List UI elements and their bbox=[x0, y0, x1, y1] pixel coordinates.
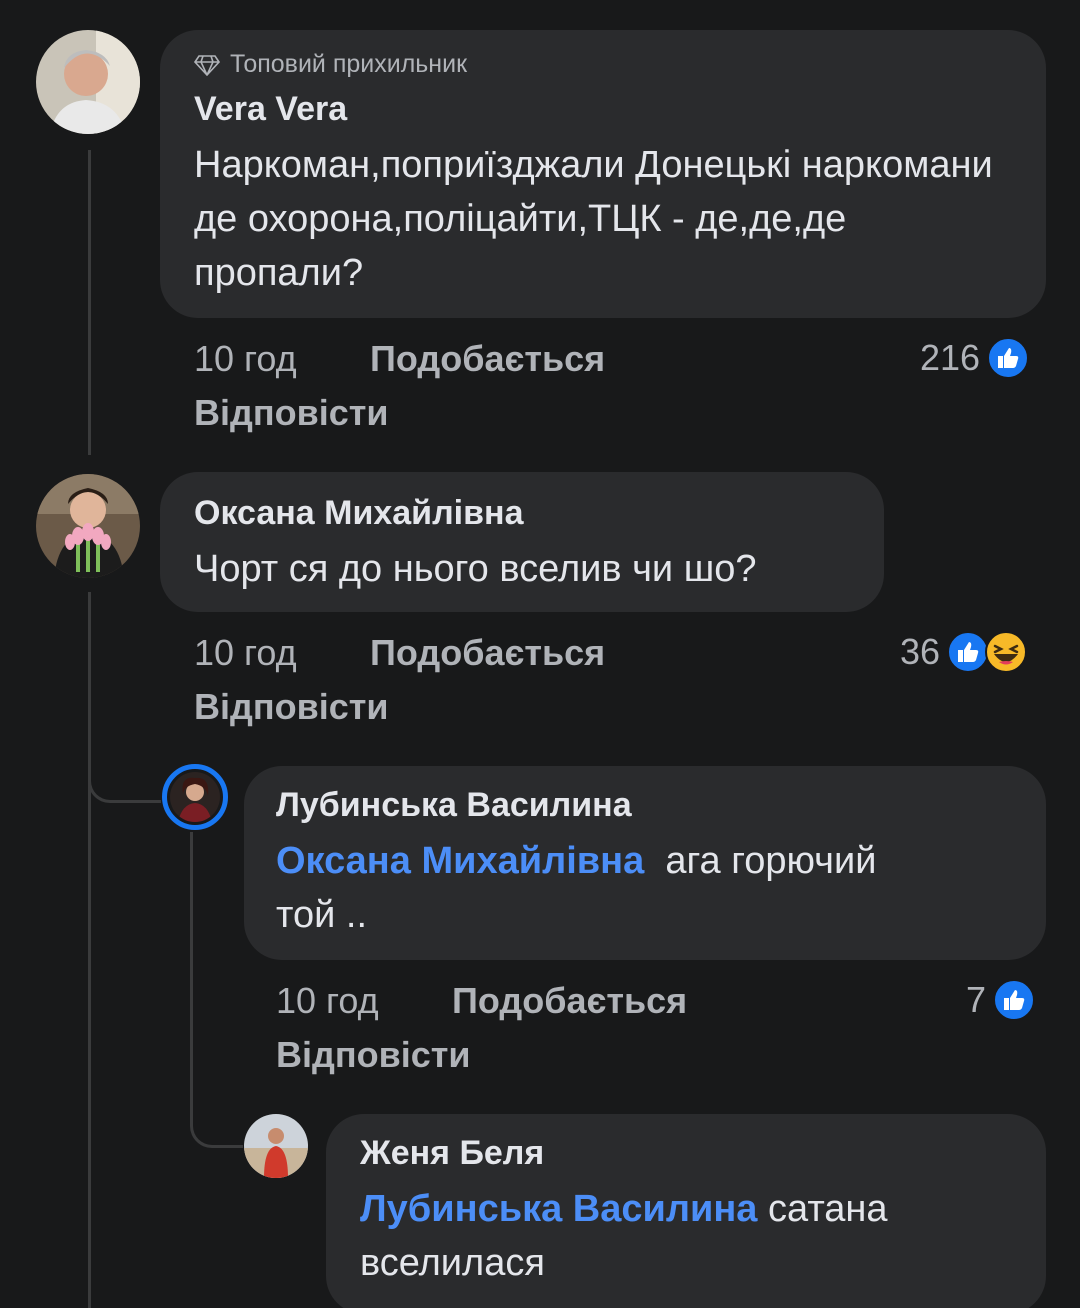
like-button[interactable]: Подобається bbox=[452, 980, 687, 1022]
reaction-summary[interactable]: 216 bbox=[920, 336, 1030, 380]
avatar[interactable] bbox=[36, 474, 140, 578]
reaction-count: 7 bbox=[966, 979, 987, 1020]
comment-author[interactable]: Vera Vera bbox=[194, 90, 347, 129]
reaction-summary[interactable]: 36 bbox=[900, 630, 1028, 674]
avatar[interactable] bbox=[244, 1114, 308, 1178]
reaction-count: 216 bbox=[920, 337, 981, 378]
reply-text: Лубинська Василина сатана вселилася bbox=[360, 1182, 1030, 1290]
like-button[interactable]: Подобається bbox=[370, 632, 605, 674]
reply-text: Оксана Михайлівна ага горючий той .. bbox=[276, 834, 1016, 942]
thread-connector-1 bbox=[88, 730, 161, 803]
reply-time[interactable]: 10 год bbox=[276, 980, 379, 1022]
reply-text-line2: той .. bbox=[276, 894, 368, 936]
badge-label: Топовий прихильник bbox=[230, 50, 468, 78]
reply-text-line1: сатана bbox=[768, 1188, 888, 1230]
haha-icon bbox=[985, 631, 1028, 673]
comments-thread: Топовий прихильник Vera Vera Наркоман,по… bbox=[0, 0, 1080, 1308]
like-icon bbox=[993, 979, 1036, 1021]
mention-link[interactable]: Оксана Михайлівна bbox=[276, 840, 644, 882]
comment-time[interactable]: 10 год bbox=[194, 632, 297, 674]
comment-text: Наркоман,поприїзджали Донецькі наркомани… bbox=[194, 144, 993, 294]
diamond-icon bbox=[194, 54, 220, 76]
avatar[interactable] bbox=[162, 764, 228, 830]
like-icon bbox=[987, 337, 1030, 379]
avatar[interactable] bbox=[36, 30, 140, 134]
reaction-count: 36 bbox=[900, 631, 941, 672]
comment-text: Чорт ся до нього вселив чи шо? bbox=[194, 548, 757, 590]
thread-line-nested bbox=[190, 832, 193, 1122]
thread-line-reply bbox=[88, 592, 91, 1308]
reply-author[interactable]: Женя Беля bbox=[360, 1134, 544, 1173]
thread-line-main bbox=[88, 150, 91, 455]
reaction-summary[interactable]: 7 bbox=[966, 978, 1036, 1022]
like-button[interactable]: Подобається bbox=[370, 338, 605, 380]
reply-button[interactable]: Відповісти bbox=[194, 686, 389, 728]
reply-author[interactable]: Лубинська Василина bbox=[276, 786, 632, 825]
comment-time[interactable]: 10 год bbox=[194, 338, 297, 380]
reply-button[interactable]: Відповісти bbox=[194, 392, 389, 434]
reply-text-line2: вселилася bbox=[360, 1242, 545, 1284]
comment-author[interactable]: Оксана Михайлівна bbox=[194, 494, 523, 533]
reply-text-line1: ага горючий bbox=[665, 840, 877, 882]
reply-button[interactable]: Відповісти bbox=[276, 1034, 471, 1076]
mention-link[interactable]: Лубинська Василина bbox=[360, 1188, 757, 1230]
top-fan-badge: Топовий прихильник bbox=[194, 50, 467, 79]
thread-connector-2 bbox=[190, 1080, 243, 1148]
